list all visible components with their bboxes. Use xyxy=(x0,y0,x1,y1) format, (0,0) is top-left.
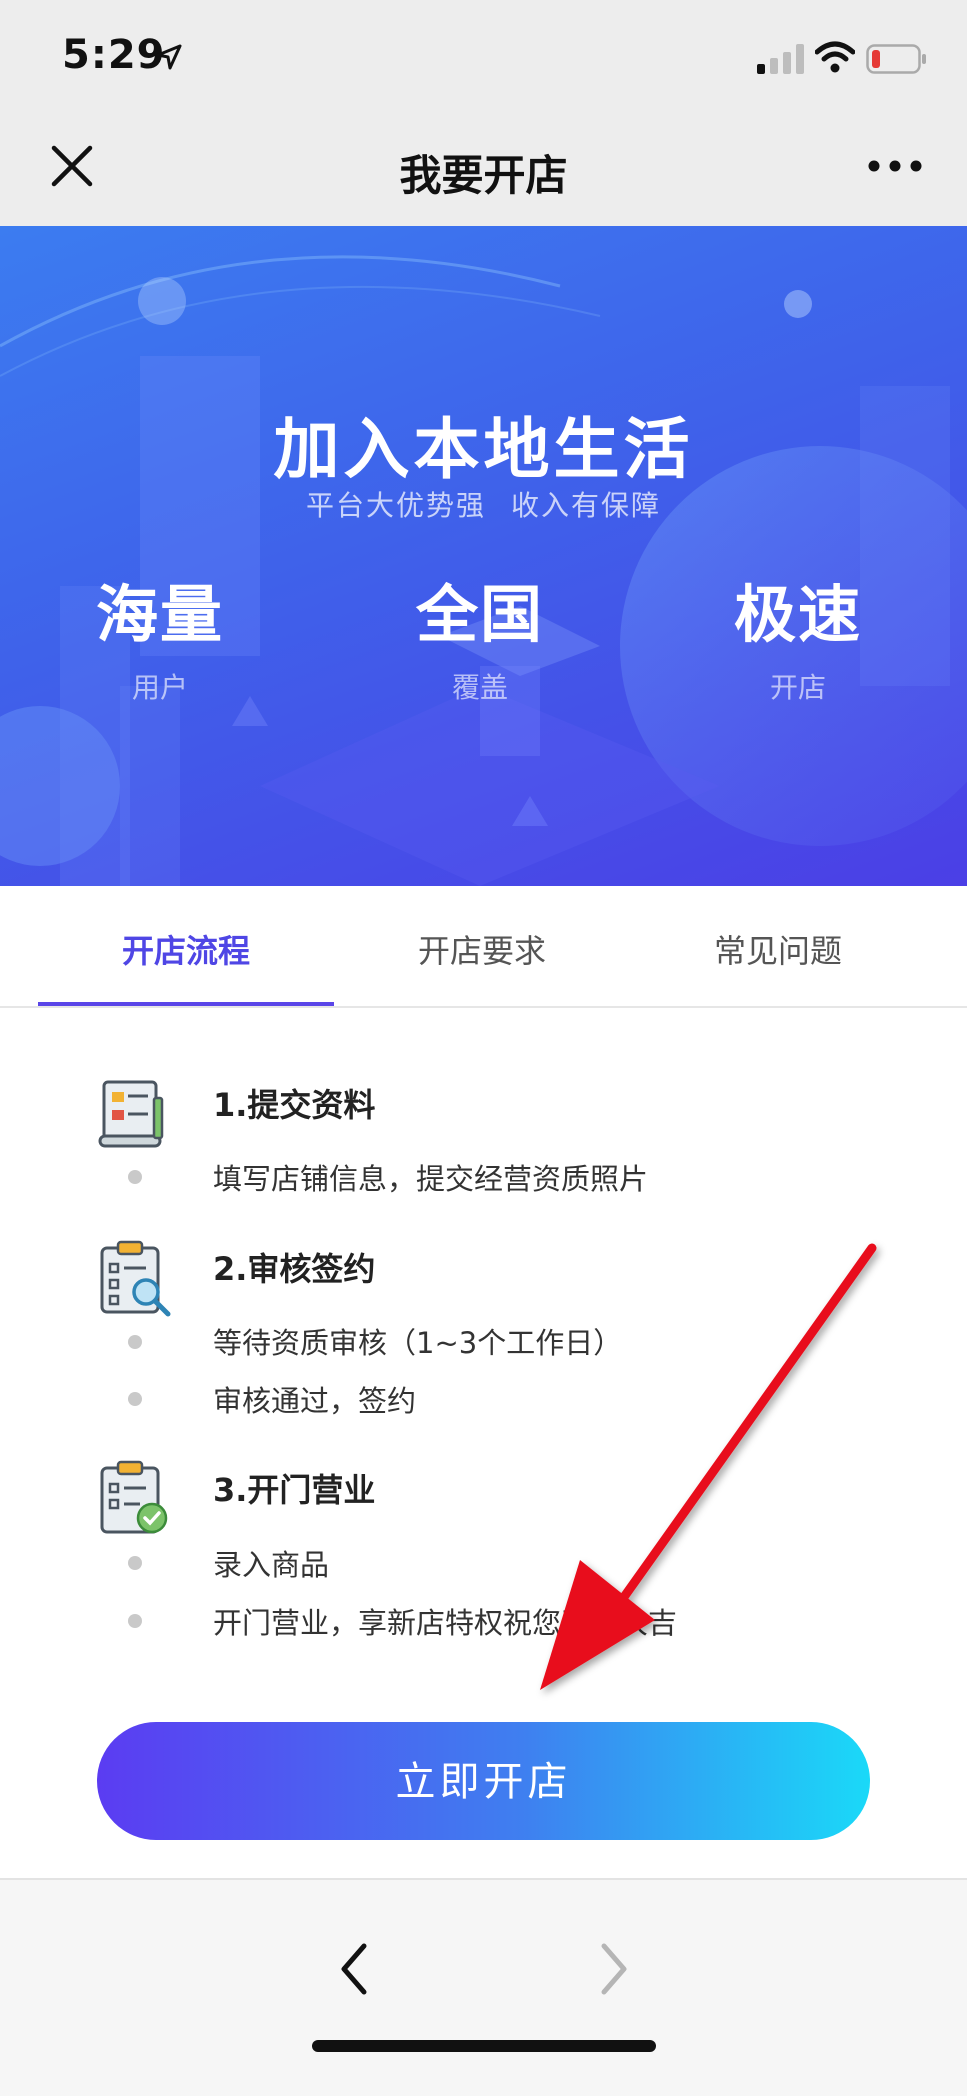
browser-toolbar xyxy=(0,1878,967,2096)
step-item: 审核通过，签约 xyxy=(213,1384,417,1418)
battery-low-icon xyxy=(866,44,926,74)
tab-process[interactable]: 开店流程 xyxy=(38,926,334,972)
step-title: 3.开门营业 xyxy=(213,1471,376,1509)
page-title: 我要开店 xyxy=(399,151,568,200)
step-item: 填写店铺信息，提交经营资质照片 xyxy=(213,1162,649,1196)
tab-requirements[interactable]: 开店要求 xyxy=(334,926,630,972)
feature-title: 极速 xyxy=(733,578,862,651)
location-arrow-icon xyxy=(156,44,182,70)
active-tab-indicator xyxy=(38,1002,334,1006)
home-indicator[interactable] xyxy=(312,2040,656,2052)
feature-caption: 开店 xyxy=(769,671,826,704)
step-title: 2.审核签约 xyxy=(213,1250,376,1288)
feature-caption: 覆盖 xyxy=(451,671,508,704)
bullet-dot xyxy=(128,1335,142,1349)
clipboard-check-icon xyxy=(100,1460,168,1534)
feature-users: 海量 用户 xyxy=(30,564,290,706)
wifi-icon xyxy=(815,41,855,73)
step-title: 1.提交资料 xyxy=(213,1086,376,1124)
clipboard-search-icon xyxy=(100,1240,171,1317)
step-item: 等待资质审核（1~3个工作日） xyxy=(213,1326,623,1360)
feature-speed: 极速 开店 xyxy=(668,564,928,706)
feature-caption: 用户 xyxy=(131,671,188,704)
top-bar: 5:29 我要开店 xyxy=(0,0,967,226)
document-form-icon xyxy=(98,1080,164,1148)
tab-faq[interactable]: 常见问题 xyxy=(630,926,926,972)
step-item: 开门营业，享新店特权祝您开门大吉 xyxy=(213,1606,678,1640)
feature-title: 海量 xyxy=(95,578,224,651)
tab-bar: 开店流程 开店要求 常见问题 xyxy=(0,886,967,1008)
step-item: 录入商品 xyxy=(213,1548,330,1582)
hero-banner: 加入本地生活 平台大优势强 收入有保障 海量 用户 全国 覆盖 极速 开店 xyxy=(0,226,967,886)
bullet-dot xyxy=(128,1614,142,1628)
chevron-left-icon[interactable] xyxy=(334,1938,374,2000)
chevron-right-icon[interactable] xyxy=(594,1938,634,2000)
feature-coverage: 全国 覆盖 xyxy=(350,564,610,706)
bullet-dot xyxy=(128,1170,142,1184)
feature-title: 全国 xyxy=(415,578,544,651)
bullet-dot xyxy=(128,1392,142,1406)
more-icon[interactable] xyxy=(866,156,924,176)
open-store-button[interactable]: 立即开店 xyxy=(97,1722,870,1840)
bullet-dot xyxy=(128,1556,142,1570)
hero-subtitle: 平台大优势强 收入有保障 xyxy=(306,489,661,522)
status-time: 5:29 xyxy=(62,32,166,78)
hero-illustration xyxy=(0,255,967,886)
hero-title: 加入本地生活 xyxy=(273,411,694,488)
cellular-signal-icon xyxy=(757,44,804,74)
